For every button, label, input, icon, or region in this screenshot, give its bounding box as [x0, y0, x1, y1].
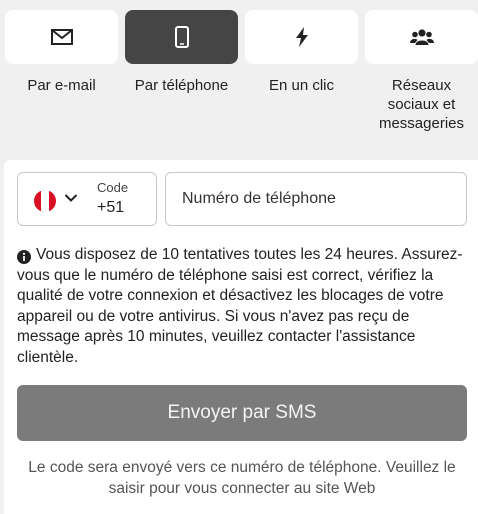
footer-note: Le code sera envoyé vers ce numéro de té… — [28, 459, 456, 497]
country-code-selector[interactable]: Code +51 — [17, 172, 157, 226]
tab-email[interactable]: Par e-mail — [5, 10, 118, 95]
chevron-down-icon — [64, 194, 78, 202]
phone-login-panel: Code +51 Vous disposez de 10 tentatives … — [4, 160, 478, 514]
login-method-tabs: Par e-mail Par téléphone En un clic Rése… — [0, 0, 478, 150]
tab-one-click-label: En un clic — [268, 77, 335, 94]
send-sms-button[interactable]: Envoyer par SMS — [17, 385, 467, 441]
tab-phone[interactable]: Par téléphone — [125, 10, 238, 95]
peru-flag-icon — [34, 190, 56, 212]
info-notice: Vous disposez de 10 tentatives toutes le… — [17, 245, 467, 368]
info-icon — [17, 250, 31, 264]
lightning-bolt-icon — [295, 27, 308, 47]
tab-phone-tile[interactable] — [125, 10, 238, 64]
country-code-label: Code — [97, 180, 129, 195]
phone-field[interactable] — [165, 172, 467, 226]
users-group-icon — [409, 29, 434, 45]
tab-email-tile[interactable] — [5, 10, 118, 64]
phone-number-input[interactable] — [166, 173, 466, 225]
envelope-icon — [50, 29, 73, 45]
info-message: Vous disposez de 10 tentatives toutes le… — [17, 246, 463, 366]
tab-social-label: Réseaux sociaux et messageries — [378, 77, 465, 132]
tab-email-label: Par e-mail — [27, 77, 96, 94]
tab-social-tile[interactable] — [365, 10, 478, 64]
tab-social[interactable]: Réseaux sociaux et messageries — [365, 10, 478, 133]
mobile-phone-icon — [174, 26, 189, 48]
country-code-value: +51 — [97, 199, 125, 216]
tab-phone-label: Par téléphone — [134, 77, 229, 94]
tab-one-click[interactable]: En un clic — [245, 10, 358, 95]
tab-one-click-tile[interactable] — [245, 10, 358, 64]
